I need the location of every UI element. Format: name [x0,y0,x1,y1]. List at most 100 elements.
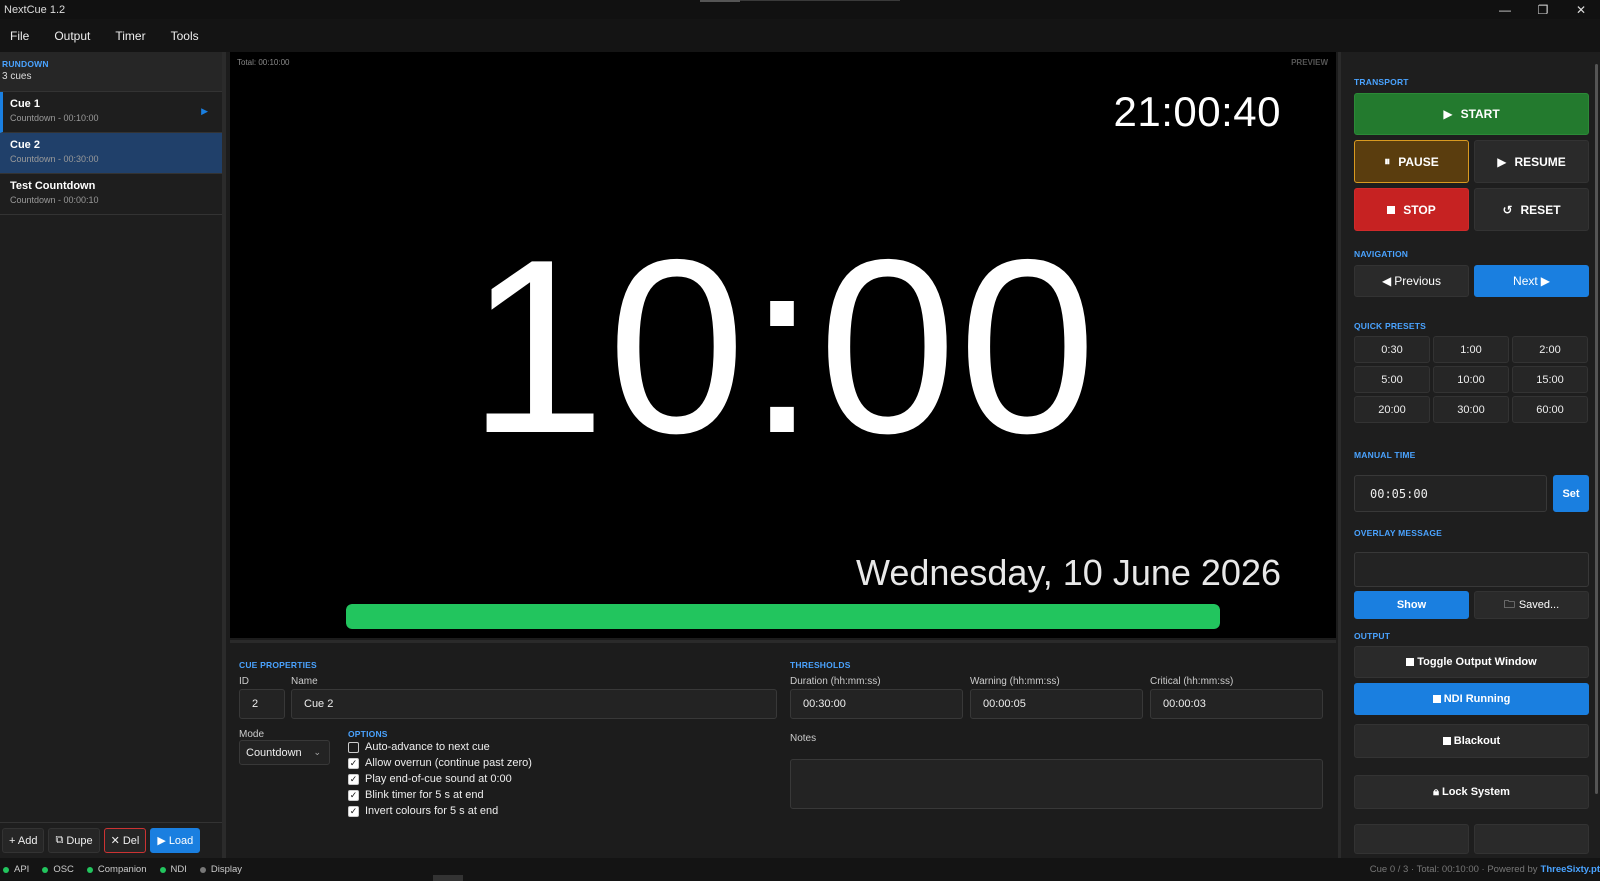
delete-cue-button[interactable]: ✕ Del [103,828,147,853]
next-label: Next [1513,274,1538,288]
preset-10-00[interactable]: 10:00 [1433,366,1509,393]
status-dot [199,866,206,873]
load-cue-button[interactable]: ▶ Load [150,828,201,853]
status-dot [42,866,49,873]
resume-button[interactable]: ▶ RESUME [1474,140,1589,183]
chevron-down-icon: ⌄ [313,747,321,757]
checkbox[interactable]: ✓ [348,805,359,817]
mode-value: Countdown [246,746,302,759]
critical-label: Critical (hh:mm:ss) [1150,676,1234,687]
id-field[interactable]: 2 [239,689,285,719]
x-icon: ✕ [110,835,120,847]
overlay-message-input[interactable] [1354,552,1589,587]
option-blink[interactable]: ✓ Blink timer for 5 s at end [348,789,484,801]
add-cue-button[interactable]: + Add [2,828,45,853]
extra-button-left[interactable] [1354,824,1469,854]
option-label: Blink timer for 5 s at end [365,789,484,801]
preset-5-00[interactable]: 5:00 [1354,366,1430,393]
copy-icon: ⧉ [55,834,64,846]
thresholds-label: THRESHOLDS [790,660,851,670]
previous-button[interactable]: ◀ Previous [1354,265,1469,297]
manual-time-input[interactable]: 00:05:00 [1354,475,1547,512]
play-indicator-icon: ▶ [201,106,208,116]
drag-indicator [700,0,740,2]
overlay-message-label: OVERLAY MESSAGE [1354,528,1443,538]
cue-name: Cue 2 [10,139,40,151]
delete-cue-label: Del [122,834,140,847]
status-label: Display [210,864,243,875]
triangle-right-icon: ▶ [1540,274,1550,288]
preset-2-00[interactable]: 2:00 [1512,336,1588,363]
notes-label: Notes [790,733,817,744]
show-overlay-button[interactable]: Show [1354,591,1469,619]
mode-label: Mode [239,729,265,740]
maximize-button[interactable]: ❐ [1524,0,1562,19]
critical-field[interactable]: 00:00:03 [1150,689,1323,719]
start-button[interactable]: ▶ START [1354,93,1589,135]
resume-label: RESUME [1514,154,1566,169]
mode-select[interactable]: Countdown ⌄ [239,740,330,765]
preset-20-00[interactable]: 20:00 [1354,396,1430,423]
brand-link[interactable]: ThreeSixty.pt [1541,864,1600,875]
minimize-button[interactable]: — [1486,0,1524,19]
ndi-running-button[interactable]: NDI Running [1354,683,1589,715]
checkbox[interactable] [348,741,359,753]
extra-button-right[interactable] [1474,824,1589,854]
option-end-sound[interactable]: ✓ Play end-of-cue sound at 0:00 [348,773,512,785]
set-time-label: Set [1562,487,1580,500]
preset-30-00[interactable]: 30:00 [1433,396,1509,423]
manual-time-label: MANUAL TIME [1354,450,1416,460]
checkbox[interactable]: ✓ [348,773,359,785]
duration-field[interactable]: 00:30:00 [790,689,963,719]
warning-label: Warning (hh:mm:ss) [970,676,1060,687]
status-display: Display [199,864,243,875]
set-time-button[interactable]: Set [1553,475,1589,512]
next-button[interactable]: Next ▶ [1474,265,1589,297]
cue-subtitle: Countdown - 00:10:00 [10,113,99,123]
blackout-button[interactable]: Blackout [1354,724,1589,758]
status-label: API [14,864,30,875]
reset-button[interactable]: ↺ RESET [1474,188,1589,231]
close-button[interactable]: ✕ [1562,0,1600,19]
lock-system-button[interactable]: 🔒︎ Lock System [1354,775,1589,809]
cue-item-2[interactable]: Cue 2 Countdown - 00:30:00 [0,133,222,174]
option-label: Invert colours for 5 s at end [365,805,499,817]
resize-handle[interactable] [433,875,463,881]
play-icon: ▶ [1497,154,1507,169]
dupe-cue-button[interactable]: ⧉ Dupe [48,828,100,853]
warning-field[interactable]: 00:00:05 [970,689,1143,719]
option-auto-advance[interactable]: Auto-advance to next cue [348,741,490,753]
option-invert[interactable]: ✓ Invert colours for 5 s at end [348,805,498,817]
control-panel: TRANSPORT ▶ START ⏸ PAUSE ▶ RESUME STOP … [1338,52,1600,858]
stop-button[interactable]: STOP [1354,188,1469,231]
checkbox[interactable]: ✓ [348,789,359,801]
saved-messages-button[interactable]: 🗀 Saved... [1474,591,1589,619]
menu-file[interactable]: File [10,29,29,43]
menu-tools[interactable]: Tools [171,29,199,43]
navigation-label: NAVIGATION [1354,249,1409,259]
toggle-output-window-button[interactable]: Toggle Output Window [1354,646,1589,678]
pause-button[interactable]: ⏸ PAUSE [1354,140,1469,183]
menu-timer[interactable]: Timer [115,29,145,43]
cue-properties-panel: CUE PROPERTIES ID 2 Name Cue 2 Mode Coun… [230,640,1336,858]
menu-output[interactable]: Output [54,29,90,43]
cue-item-1[interactable]: Cue 1 Countdown - 00:10:00 ▶ [0,92,222,133]
name-field[interactable]: Cue 2 [291,689,777,719]
triangle-left-icon: ◀ [1382,274,1392,288]
option-label: Auto-advance to next cue [365,741,490,753]
notes-textarea[interactable] [790,759,1323,809]
preset-0-30[interactable]: 0:30 [1354,336,1430,363]
options-label: OPTIONS [348,729,388,739]
status-summary-text: Cue 0 / 3 · Total: 00:10:00 · Powered by [1369,864,1538,875]
status-dot [3,866,9,873]
checkbox[interactable]: ✓ [348,757,359,769]
cue-item-3[interactable]: Test Countdown Countdown - 00:00:10 [0,174,222,215]
preset-60-00[interactable]: 60:00 [1512,396,1588,423]
show-overlay-label: Show [1396,599,1427,611]
preset-1-00[interactable]: 1:00 [1433,336,1509,363]
progress-fill [346,604,1220,629]
transport-label: TRANSPORT [1354,77,1409,87]
scrollbar[interactable] [1595,64,1598,794]
option-allow-overrun[interactable]: ✓ Allow overrun (continue past zero) [348,757,532,769]
preset-15-00[interactable]: 15:00 [1512,366,1588,393]
